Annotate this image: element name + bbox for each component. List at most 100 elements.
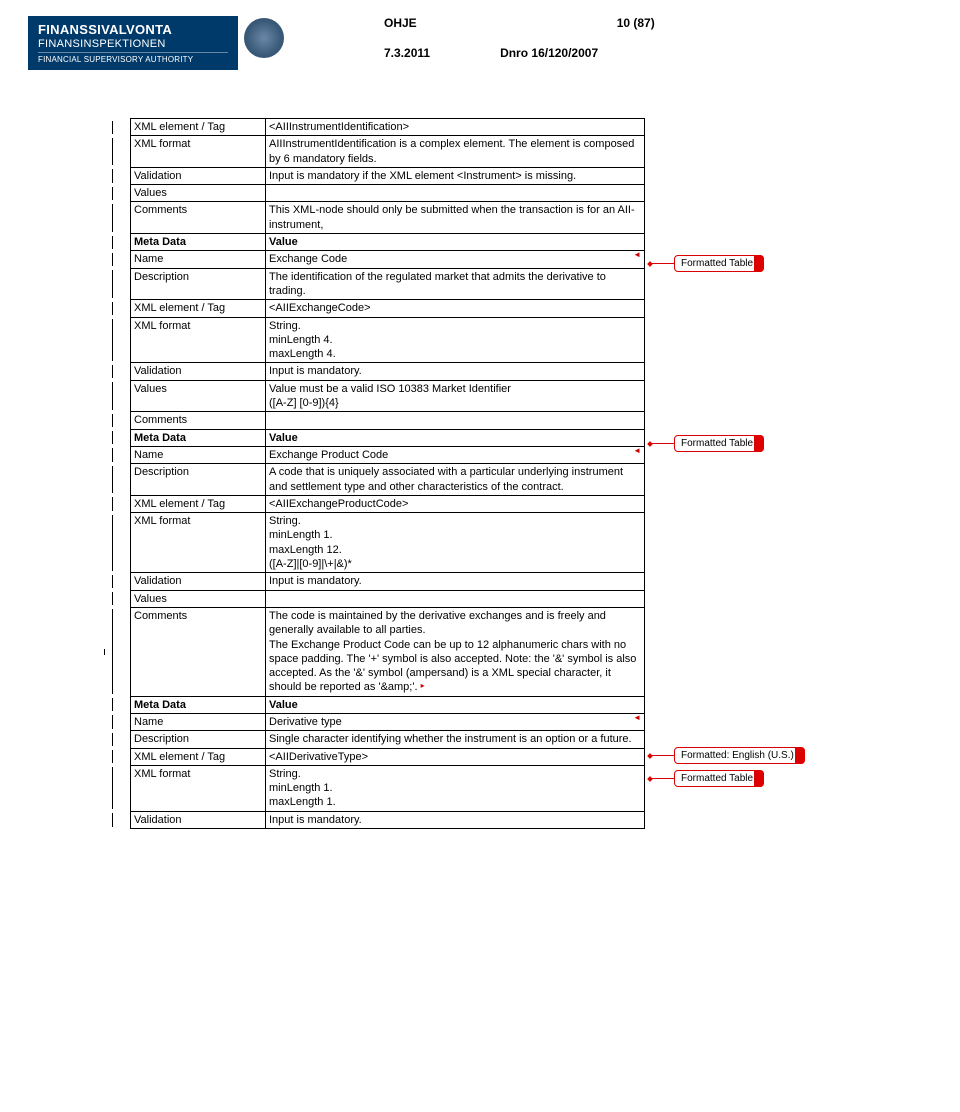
row-value — [266, 590, 645, 607]
row-value: <AIIExchangeProductCode> — [266, 495, 645, 512]
callout-marker-icon — [647, 261, 653, 267]
row-value: Value must be a valid ISO 10383 Market I… — [266, 380, 645, 412]
callout-label: Formatted: English (U.S.) — [674, 747, 805, 764]
doc-dnro: Dnro 16/120/2007 — [500, 46, 598, 60]
row-value: <AIIInstrumentIdentification> — [266, 119, 645, 136]
change-bar-icon — [112, 414, 113, 427]
row-key: Validation — [131, 363, 266, 380]
revision-callout-3: Formatted: English (U.S.) — [648, 747, 805, 764]
table-row: Comments — [131, 412, 645, 429]
row-value: Input is mandatory. — [266, 363, 645, 380]
row-key: Name — [131, 446, 266, 463]
row-key: Values — [131, 185, 266, 202]
change-bar-icon — [112, 733, 113, 746]
row-value: The identification of the regulated mark… — [266, 268, 645, 300]
row-key: Name — [131, 251, 266, 268]
revision-callout-2: Formatted Table — [648, 435, 764, 452]
row-key: XML element / Tag — [131, 300, 266, 317]
row-key: XML element / Tag — [131, 495, 266, 512]
callout-connector — [650, 755, 674, 756]
row-key: Meta Data — [131, 696, 266, 713]
row-value: The code is maintained by the derivative… — [266, 607, 645, 696]
row-value: Derivative type ◄ — [266, 713, 645, 730]
change-bar-icon — [112, 767, 113, 809]
page-body: XML element / Tag <AIIInstrumentIdentific… — [0, 78, 960, 829]
row-key: Meta Data — [131, 234, 266, 251]
page-number: 10 (87) — [617, 16, 655, 30]
row-key: Description — [131, 268, 266, 300]
table-row: ValidationInput is mandatory. — [131, 811, 645, 828]
revision-caret-icon: ◄ — [633, 446, 641, 456]
change-bar-icon — [112, 698, 113, 711]
revision-caret-icon: ◄ — [633, 250, 641, 260]
row-value: String.minLength 1.maxLength 1. — [266, 765, 645, 811]
change-bar-icon — [112, 121, 113, 134]
table-row: Meta DataValue — [131, 429, 645, 446]
table-row: XML element / Tag<AIIExchangeCode> — [131, 300, 645, 317]
table-row: NameExchange Product Code ◄ — [131, 446, 645, 463]
row-key: Values — [131, 590, 266, 607]
row-value: Input is mandatory. — [266, 573, 645, 590]
row-key: XML format — [131, 317, 266, 363]
header-meta: OHJE 10 (87) 7.3.2011 Dnro 16/120/2007 — [384, 16, 655, 60]
row-key: Name — [131, 713, 266, 730]
callout-label: Formatted Table — [674, 255, 764, 272]
change-bar-icon — [112, 431, 113, 444]
row-value: <AIIDerivativeType> — [266, 748, 645, 765]
callout-marker-icon — [647, 441, 653, 447]
revision-caret-icon: ▸ — [421, 681, 425, 690]
row-key: XML format — [131, 765, 266, 811]
row-value: <AIIExchangeCode> — [266, 300, 645, 317]
change-bar-icon — [112, 187, 113, 200]
table-row: DescriptionSingle character identifying … — [131, 731, 645, 748]
table-row: ValidationInput is mandatory. — [131, 573, 645, 590]
revision-callout-1: Formatted Table — [648, 255, 764, 272]
change-bar-icon — [112, 302, 113, 315]
row-value — [266, 412, 645, 429]
change-bar-icon — [112, 169, 113, 182]
change-bar-icon — [112, 466, 113, 494]
table-row: XML formatAIIInstrumentIdentification is… — [131, 136, 645, 168]
row-value: String.minLength 4.maxLength 4. — [266, 317, 645, 363]
row-key: XML format — [131, 136, 266, 168]
change-bar-icon — [112, 270, 113, 298]
change-bar-icon — [112, 448, 113, 461]
row-key: Comments — [131, 607, 266, 696]
logo-text-sv: FINANSINSPEKTIONEN — [38, 38, 228, 50]
change-bar-icon — [112, 575, 113, 588]
document-header: FINANSSIVALVONTA FINANSINSPEKTIONEN FINA… — [0, 0, 960, 78]
emblem-icon — [244, 18, 284, 58]
change-bar-icon — [112, 138, 113, 166]
table-row: ValidationInput is mandatory. — [131, 363, 645, 380]
row-value: Value — [266, 696, 645, 713]
row-key: Comments — [131, 202, 266, 234]
change-bar-icon — [104, 649, 105, 655]
change-bar-icon — [112, 715, 113, 728]
row-value: Exchange Product Code ◄ — [266, 446, 645, 463]
change-bar-icon — [112, 592, 113, 605]
table-row: XML formatString.minLength 1.maxLength 1… — [131, 513, 645, 573]
row-value: String.minLength 1.maxLength 12.([A-Z]|[… — [266, 513, 645, 573]
row-key: XML format — [131, 513, 266, 573]
row-key: Meta Data — [131, 429, 266, 446]
table-row: Values — [131, 590, 645, 607]
change-bar-icon — [112, 319, 113, 361]
table-row: Meta DataValue — [131, 234, 645, 251]
row-value: Exchange Code ◄ — [266, 251, 645, 268]
callout-label: Formatted Table — [674, 770, 764, 787]
revision-caret-icon: ◄ — [633, 713, 641, 723]
row-value: Input is mandatory if the XML element <I… — [266, 167, 645, 184]
row-key: Values — [131, 380, 266, 412]
change-bar-icon — [112, 497, 113, 510]
row-value — [266, 185, 645, 202]
row-key: Validation — [131, 167, 266, 184]
row-value: This XML-node should only be submitted w… — [266, 202, 645, 234]
row-value: Value — [266, 234, 645, 251]
row-key: Description — [131, 731, 266, 748]
row-key: Description — [131, 464, 266, 496]
row-value: Input is mandatory. — [266, 811, 645, 828]
table-row: XML formatString.minLength 4.maxLength 4… — [131, 317, 645, 363]
change-bar-icon — [112, 382, 113, 410]
callout-connector — [650, 778, 674, 779]
change-bar-icon — [112, 236, 113, 249]
